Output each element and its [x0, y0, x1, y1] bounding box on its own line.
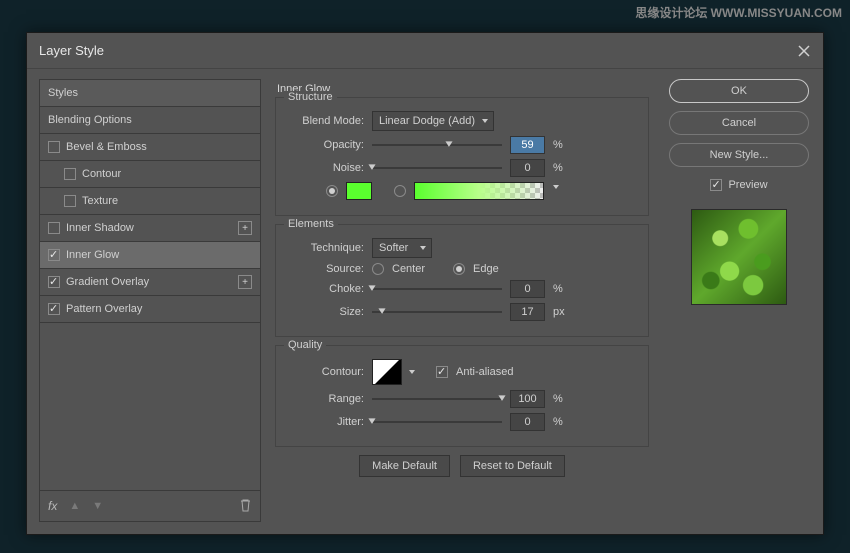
choke-label: Choke:	[286, 283, 364, 295]
source-label: Source:	[286, 263, 364, 275]
right-panel: OK Cancel New Style... Preview	[667, 79, 811, 522]
checkbox-contour[interactable]	[64, 168, 76, 180]
range-slider[interactable]	[372, 392, 502, 406]
source-center-radio[interactable]	[372, 263, 384, 275]
opacity-unit: %	[553, 139, 571, 151]
quality-legend: Quality	[284, 339, 326, 351]
gradient-radio[interactable]	[394, 185, 406, 197]
close-icon	[797, 44, 811, 58]
make-default-button[interactable]: Make Default	[359, 455, 450, 477]
sidebar-item-contour[interactable]: Contour	[40, 161, 260, 188]
color-radio[interactable]	[326, 185, 338, 197]
structure-legend: Structure	[284, 91, 337, 103]
size-label: Size:	[286, 306, 364, 318]
glow-color-swatch[interactable]	[346, 182, 372, 200]
settings-panel: Inner Glow Structure Blend Mode: Linear …	[273, 79, 655, 522]
checkbox-texture[interactable]	[64, 195, 76, 207]
watermark-text: 思缘设计论坛 WWW.MISSYUAN.COM	[635, 4, 842, 21]
sidebar-item-styles[interactable]: Styles	[40, 80, 260, 107]
quality-group: Quality Contour: Anti-aliased Range: 100…	[275, 345, 649, 447]
source-edge-radio[interactable]	[453, 263, 465, 275]
trash-icon[interactable]	[239, 498, 252, 515]
preview-label: Preview	[728, 179, 767, 191]
checkbox-inner-glow[interactable]	[48, 249, 60, 261]
preview-thumbnail	[691, 209, 787, 305]
checkbox-inner-shadow[interactable]	[48, 222, 60, 234]
arrow-down-icon[interactable]: ▼	[92, 500, 103, 512]
elements-group: Elements Technique: Softer Source: Cente…	[275, 224, 649, 337]
add-inner-shadow-icon[interactable]: +	[238, 221, 252, 235]
new-style-button[interactable]: New Style...	[669, 143, 809, 167]
choke-unit: %	[553, 283, 571, 295]
sidebar-item-blending-options[interactable]: Blending Options	[40, 107, 260, 134]
glow-gradient-swatch[interactable]	[414, 182, 544, 200]
choke-input[interactable]: 0	[510, 280, 545, 298]
checkbox-bevel[interactable]	[48, 141, 60, 153]
sidebar-item-inner-shadow[interactable]: Inner Shadow+	[40, 215, 260, 242]
size-input[interactable]: 17	[510, 303, 545, 321]
contour-picker[interactable]	[372, 359, 402, 385]
ok-button[interactable]: OK	[669, 79, 809, 103]
preview-checkbox[interactable]	[710, 179, 722, 191]
checkbox-gradient-overlay[interactable]	[48, 276, 60, 288]
opacity-label: Opacity:	[286, 139, 364, 151]
technique-dropdown[interactable]: Softer	[372, 238, 432, 258]
structure-group: Structure Blend Mode: Linear Dodge (Add)…	[275, 97, 649, 216]
opacity-input[interactable]: 59	[510, 136, 545, 154]
noise-label: Noise:	[286, 162, 364, 174]
noise-input[interactable]: 0	[510, 159, 545, 177]
range-label: Range:	[286, 393, 364, 405]
anti-aliased-label: Anti-aliased	[456, 366, 513, 378]
checkbox-pattern-overlay[interactable]	[48, 303, 60, 315]
technique-label: Technique:	[286, 242, 364, 254]
size-unit: px	[553, 306, 571, 318]
noise-unit: %	[553, 162, 571, 174]
dialog-title: Layer Style	[39, 43, 104, 58]
source-center-label: Center	[392, 263, 425, 275]
fx-menu-icon[interactable]: fx	[48, 499, 57, 513]
sidebar-item-pattern-overlay[interactable]: Pattern Overlay	[40, 296, 260, 323]
anti-aliased-checkbox[interactable]	[436, 366, 448, 378]
sidebar-item-bevel-emboss[interactable]: Bevel & Emboss	[40, 134, 260, 161]
layer-style-dialog: Layer Style Styles Blending Options Beve…	[26, 32, 824, 535]
reset-default-button[interactable]: Reset to Default	[460, 455, 565, 477]
cancel-button[interactable]: Cancel	[669, 111, 809, 135]
sidebar-item-texture[interactable]: Texture	[40, 188, 260, 215]
jitter-unit: %	[553, 416, 571, 428]
jitter-slider[interactable]	[372, 415, 502, 429]
arrow-up-icon[interactable]: ▲	[69, 500, 80, 512]
styles-sidebar: Styles Blending Options Bevel & Emboss C…	[39, 79, 261, 522]
titlebar: Layer Style	[27, 33, 823, 69]
sidebar-footer: fx ▲ ▼	[40, 491, 260, 521]
noise-slider[interactable]	[372, 161, 502, 175]
jitter-input[interactable]: 0	[510, 413, 545, 431]
sidebar-item-inner-glow[interactable]: Inner Glow	[40, 242, 260, 269]
size-slider[interactable]	[372, 305, 502, 319]
blend-mode-dropdown[interactable]: Linear Dodge (Add)	[372, 111, 494, 131]
sidebar-item-gradient-overlay[interactable]: Gradient Overlay+	[40, 269, 260, 296]
close-button[interactable]	[797, 44, 811, 58]
add-gradient-overlay-icon[interactable]: +	[238, 275, 252, 289]
opacity-slider[interactable]	[372, 138, 502, 152]
elements-legend: Elements	[284, 218, 338, 230]
contour-label: Contour:	[286, 366, 364, 378]
choke-slider[interactable]	[372, 282, 502, 296]
source-edge-label: Edge	[473, 263, 499, 275]
range-unit: %	[553, 393, 571, 405]
blend-mode-label: Blend Mode:	[286, 115, 364, 127]
jitter-label: Jitter:	[286, 416, 364, 428]
range-input[interactable]: 100	[510, 390, 545, 408]
